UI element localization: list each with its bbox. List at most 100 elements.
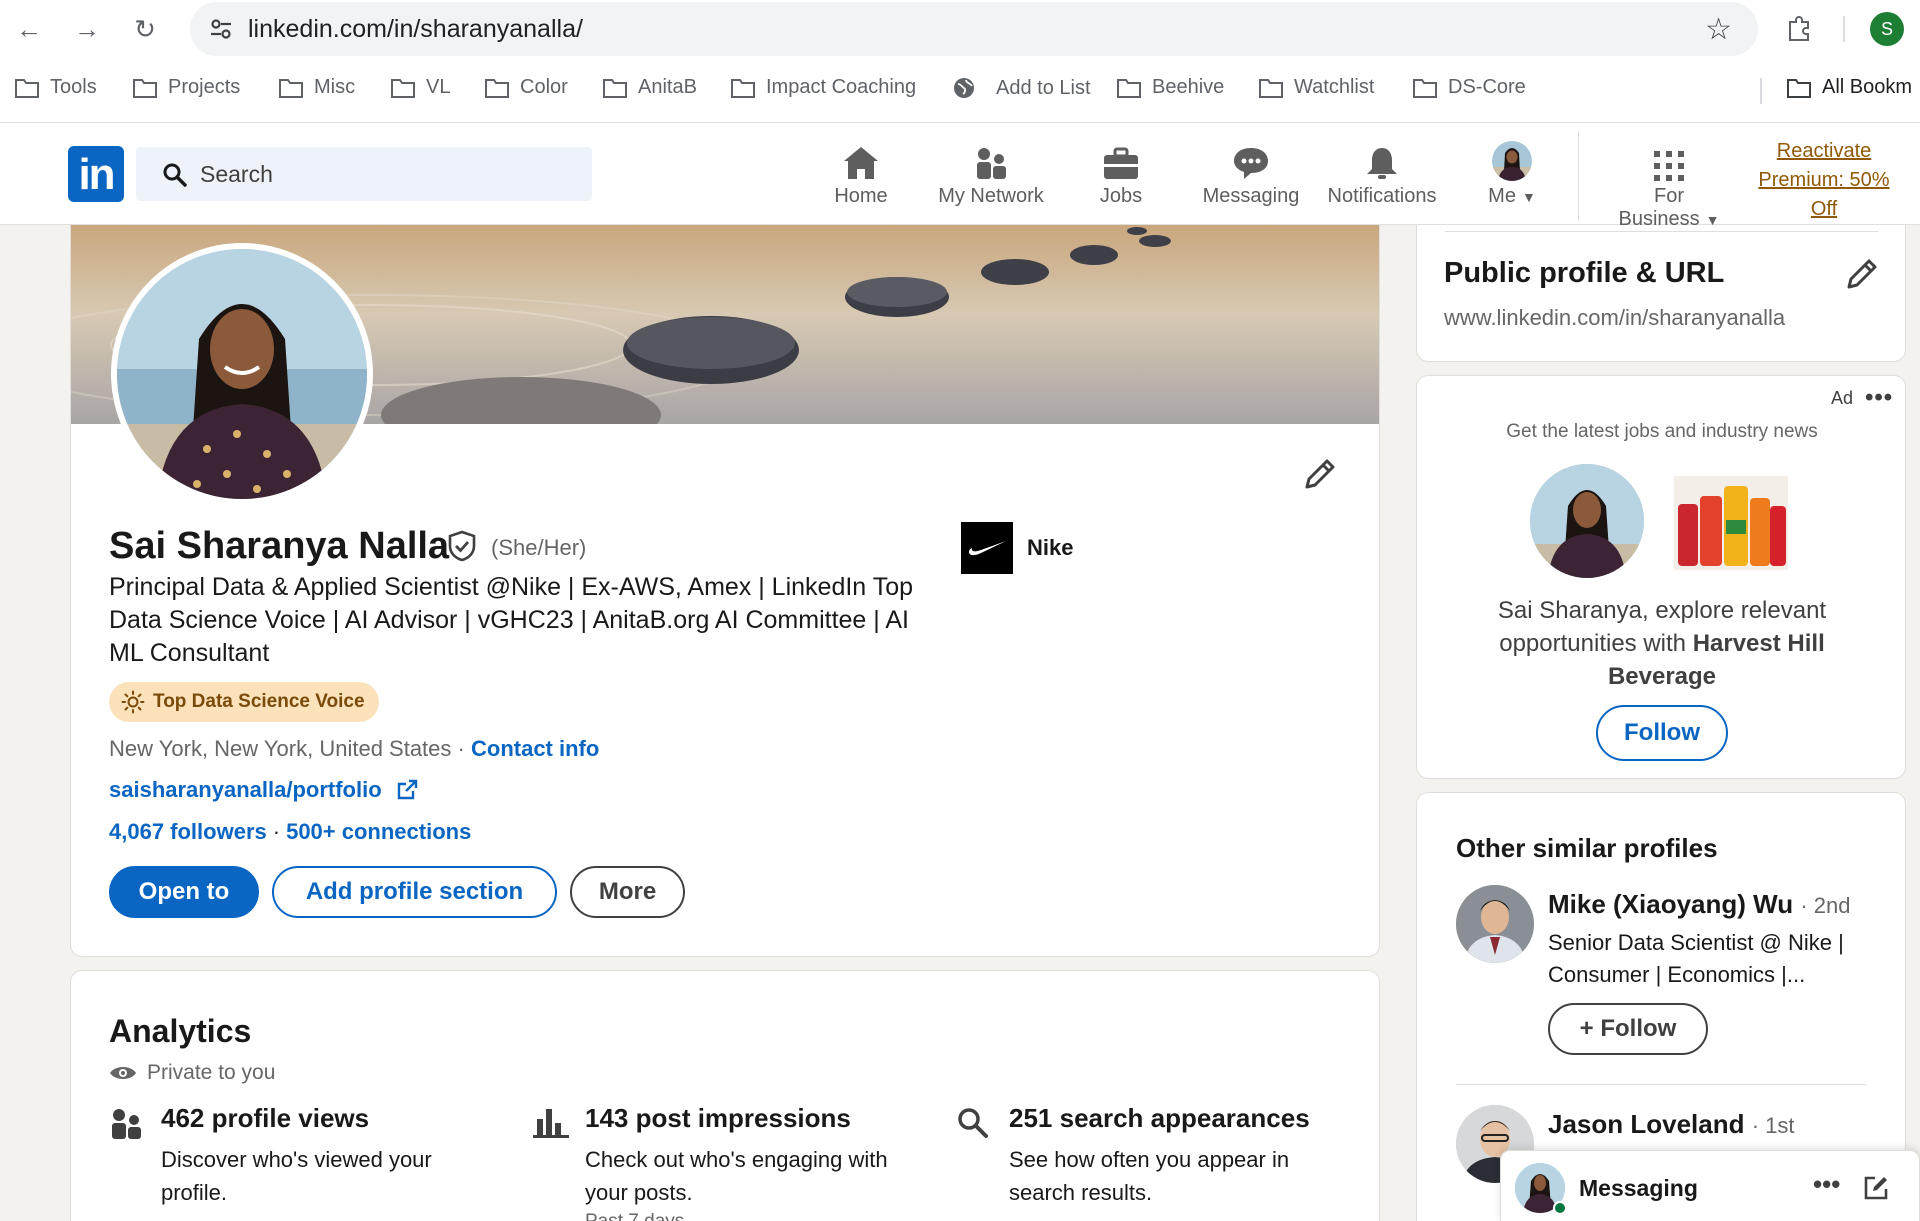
bookmarks-bar: Tools Projects Misc VL Color AnitaB Impa… [0,68,1920,108]
folder-icon [391,78,415,98]
bookmark-ds-core[interactable]: DS-Core [1412,76,1526,99]
member-photo-image [1530,464,1644,578]
open-to-button[interactable]: Open to [109,866,259,918]
back-icon[interactable]: ← [14,14,44,44]
compose-icon[interactable] [1863,1175,1889,1201]
analytics-card: Analytics Private to you 462 profile vie… [70,970,1380,1221]
address-bar[interactable]: linkedin.com/in/sharanyanalla/ ☆ [190,2,1758,56]
address-row: ← → ↻ linkedin.com/in/sharanyanalla/ ☆ S [0,0,1920,58]
folder-icon [603,78,627,98]
search-box[interactable] [136,147,592,201]
bookmark-tools[interactable]: Tools [14,76,97,99]
add-profile-section-button[interactable]: Add profile section [272,866,557,918]
profile-headline: Principal Data & Applied Scientist @Nike… [109,573,914,667]
bookmark-watchlist[interactable]: Watchlist [1258,76,1374,99]
nav-messaging[interactable]: Messaging [1191,141,1311,208]
me-avatar [1492,141,1532,181]
bookmark-vl[interactable]: VL [390,76,450,99]
ad-options-icon[interactable]: ••• [1865,384,1893,412]
nav-home[interactable]: Home [801,141,921,208]
bookmark-anitab[interactable]: AnitaB [602,76,697,99]
juice-bottles-image [1674,476,1788,570]
public-profile-card: Public profile & URL www.linkedin.com/in… [1416,225,1906,362]
toolbar-divider [1843,16,1845,42]
browser-profile-avatar[interactable]: S [1870,12,1904,46]
eye-icon [110,1067,136,1079]
sun-icon [121,690,145,714]
bookmark-misc[interactable]: Misc [278,76,355,99]
website-link[interactable]: saisharanyanalla/portfolio [109,777,418,803]
search-icon [163,163,187,187]
messaging-label: Messaging [1579,1175,1698,1201]
analytics-privacy: Private to you [109,1061,275,1085]
pronouns: (She/Her) [491,535,587,560]
ad-card: Ad ••• Get the latest jobs and industry … [1416,375,1906,779]
followers-link[interactable]: 4,067 followers [109,819,267,844]
extensions-icon[interactable] [1784,12,1816,44]
folder-icon [731,78,755,98]
folder-icon [1787,78,1811,98]
nav-my-network[interactable]: My Network [931,141,1051,208]
site-settings-icon[interactable] [208,16,234,42]
avatar[interactable] [1456,885,1534,963]
public-profile-url: www.linkedin.com/in/sharanyanalla [1444,305,1786,330]
nav-jobs[interactable]: Jobs [1061,141,1181,208]
folder-icon [279,78,303,98]
edit-url-icon[interactable] [1843,257,1879,293]
nav-me[interactable]: Me ▼ [1452,141,1572,208]
person-photo-image [1456,885,1534,963]
online-status-dot [1553,1201,1567,1215]
linkedin-global-nav: in Home My Network Jobs Messaging Notifi… [0,123,1920,230]
contact-info-link[interactable]: Contact info [471,736,599,761]
ad-follow-button[interactable]: Follow [1596,705,1728,761]
forward-icon[interactable]: → [72,14,102,44]
reload-icon[interactable]: ↻ [130,14,160,44]
briefcase-icon [1104,147,1138,179]
messaging-overlay[interactable]: Messaging ••• [1500,1150,1920,1221]
search-icon [958,1108,988,1138]
folder-icon [1413,78,1437,98]
nike-swoosh-icon [969,541,1006,556]
similar-profile-headline: Senior Data Scientist @ Nike | Consumer … [1548,930,1844,987]
ad-message: Sai Sharanya, explore relevant opportuni… [1497,597,1827,690]
follow-button[interactable]: + Follow [1548,1003,1708,1055]
people-icon [112,1109,141,1139]
bookmark-projects[interactable]: Projects [132,76,240,99]
chevron-down-icon: ▼ [1521,189,1536,205]
bookmark-add-to-list[interactable]: Add to List [952,76,1091,100]
bookmark-impact-coaching[interactable]: Impact Coaching [730,76,916,99]
list-divider [1456,1084,1866,1085]
browser-toolbar: ← → ↻ linkedin.com/in/sharanyanalla/ ☆ S… [0,0,1920,123]
connections-link[interactable]: 500+ connections [286,819,471,844]
similar-profile-name: Jason Loveland · 1st [1548,1109,1795,1139]
ad-subtitle: Get the latest jobs and industry news [1506,421,1818,442]
profile-top-card: Sai Sharanya Nalla (She/Her) Principal D… [70,225,1380,957]
ad-label: Ad [1831,388,1854,408]
profile-photo[interactable] [111,243,373,505]
separator-dot: · [272,819,281,844]
bar-chart-icon [533,1109,569,1138]
bookmark-beehive[interactable]: Beehive [1116,76,1224,99]
all-bookmarks[interactable]: All Bookm [1786,76,1912,99]
linkedin-logo[interactable]: in [68,146,124,202]
search-input[interactable] [200,159,560,189]
nav-divider [1578,131,1579,221]
bell-icon [1367,148,1397,179]
grid-icon [1654,151,1684,181]
bookmark-color[interactable]: Color [484,76,568,99]
reactivate-premium-link[interactable]: Reactivate Premium: 50% Off [1746,137,1902,224]
analytics-title: Analytics [109,1013,252,1049]
nav-for-business[interactable]: For Business ▼ [1604,141,1734,231]
current-company[interactable]: Nike [961,522,1073,574]
verified-shield-icon[interactable] [447,530,477,562]
nav-notifications[interactable]: Notifications [1322,141,1442,208]
top-voice-badge[interactable]: Top Data Science Voice [109,682,379,722]
edit-intro-icon[interactable] [1301,457,1337,493]
card-divider [1445,231,1879,232]
my-network-icon [977,148,1006,179]
profile-location: New York, New York, United States · Cont… [109,736,600,761]
more-button[interactable]: More [570,866,685,918]
messaging-options-icon[interactable]: ••• [1813,1169,1840,1200]
bookmark-star-icon[interactable]: ☆ [1705,12,1732,47]
bookmarks-divider [1760,78,1762,104]
